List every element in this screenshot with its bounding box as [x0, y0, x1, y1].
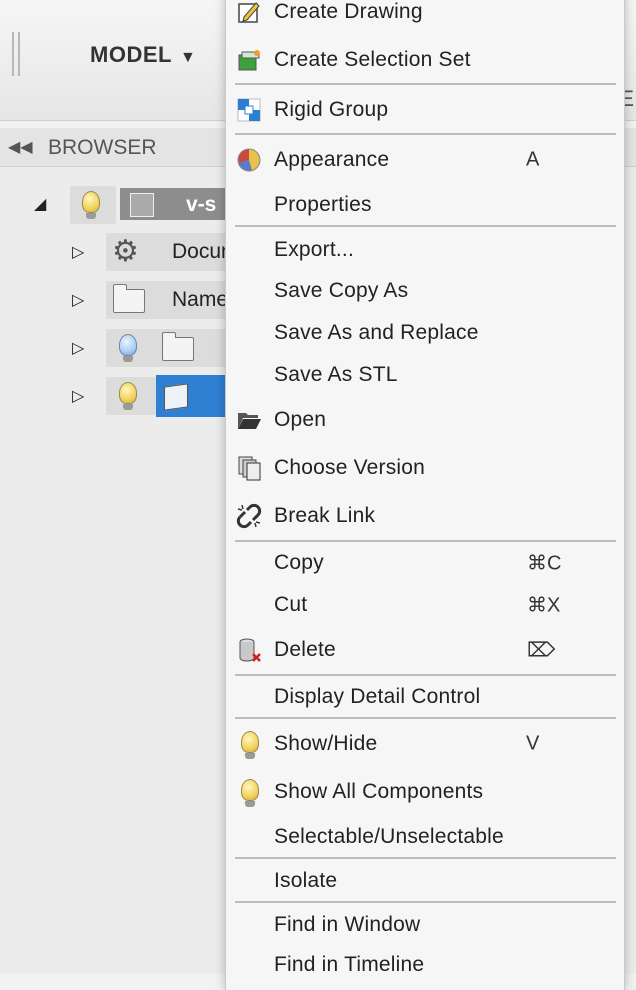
toolbar-grip [18, 32, 20, 76]
menu-label: Show/Hide [274, 732, 378, 755]
expand-triangle-icon[interactable]: ▷ [72, 338, 84, 358]
menu-item-appearance[interactable]: Appearance A [226, 139, 624, 181]
component-icon [130, 193, 154, 217]
menu-shortcut: ⌘C [527, 552, 562, 575]
menu-item-show-all-components[interactable]: Show All Components [226, 771, 624, 813]
menu-item-rigid-group[interactable]: Rigid Group [226, 89, 624, 131]
context-menu: Create Drawing Create Selection Set Rigi… [225, 0, 625, 990]
menu-label: Find in Timeline [274, 953, 425, 976]
menu-item-display-detail-control[interactable]: Display Detail Control [226, 676, 624, 718]
menu-label: Delete [274, 638, 336, 661]
menu-item-save-as-stl[interactable]: Save As STL [226, 354, 624, 396]
drawing-pencil-icon [238, 2, 260, 23]
menu-shortcut: A [526, 148, 540, 171]
menu-shortcut: ⌘X [527, 594, 561, 617]
toolbar-grip [12, 32, 14, 76]
menu-label: Save As STL [274, 363, 398, 386]
folder-icon [113, 284, 145, 313]
expand-triangle-icon[interactable]: ▷ [72, 386, 84, 406]
menu-separator [235, 901, 616, 903]
menu-separator [235, 133, 616, 135]
selection-set-icon [238, 50, 260, 71]
menu-separator [235, 857, 616, 859]
menu-item-delete[interactable]: Delete ⌦ [226, 629, 624, 671]
menu-item-isolate[interactable]: Isolate [226, 860, 624, 902]
menu-label: Save As and Replace [274, 321, 479, 344]
menu-label: Appearance [274, 148, 390, 171]
menu-label: Isolate [274, 869, 338, 892]
gear-icon: ⚙ [112, 235, 139, 268]
menu-item-save-as-and-replace[interactable]: Save As and Replace [226, 312, 624, 354]
menu-item-choose-version[interactable]: Choose Version [226, 447, 624, 489]
menu-item-export[interactable]: Export... [226, 229, 624, 271]
menu-item-properties[interactable]: Properties [226, 184, 624, 226]
menu-item-create-selection-set[interactable]: Create Selection Set [226, 39, 624, 81]
menu-label: Display Detail Control [274, 685, 481, 708]
lightbulb-icon [241, 731, 259, 759]
menu-item-create-drawing[interactable]: Create Drawing [226, 0, 624, 33]
menu-item-break-link[interactable]: Break Link [226, 495, 624, 537]
menu-item-show-hide[interactable]: Show/Hide V [226, 723, 624, 765]
root-component-label: v-s [186, 193, 217, 216]
open-folder-icon [238, 413, 261, 429]
expand-triangle-icon[interactable]: ▷ [72, 242, 84, 262]
menu-item-selectable-unselectable[interactable]: Selectable/Unselectable [226, 816, 624, 858]
menu-item-find-in-timeline[interactable]: Find in Timeline [226, 944, 624, 986]
menu-label: Selectable/Unselectable [274, 825, 504, 848]
browser-title: BROWSER [48, 136, 157, 159]
menu-label: Export... [274, 238, 354, 261]
expand-triangle-icon[interactable]: ◢ [34, 194, 46, 214]
lightbulb-icon[interactable] [119, 334, 137, 362]
lightbulb-icon[interactable] [82, 191, 100, 219]
menu-label: Choose Version [274, 456, 426, 479]
delete-cylinder-icon [239, 638, 261, 662]
component-cube-icon [164, 383, 188, 411]
menu-label: Properties [274, 193, 372, 216]
lightbulb-icon[interactable] [119, 382, 137, 410]
menu-label: Save Copy As [274, 279, 409, 302]
menu-shortcut: V [526, 732, 540, 755]
expand-triangle-icon[interactable]: ▷ [72, 290, 84, 310]
menu-separator [235, 225, 616, 227]
workspace-dropdown[interactable]: MODEL ▼ [90, 42, 196, 68]
menu-label: Create Selection Set [274, 48, 471, 71]
menu-separator [235, 83, 616, 85]
versions-icon [238, 456, 261, 481]
rigid-group-icon [237, 98, 261, 122]
menu-label: Copy [274, 551, 324, 574]
collapse-icon[interactable]: ◀◀ [8, 137, 33, 157]
menu-separator [235, 717, 616, 719]
menu-item-find-in-window[interactable]: Find in Window [226, 904, 624, 946]
menu-item-open[interactable]: Open [226, 399, 624, 441]
appearance-sphere-icon [237, 148, 261, 172]
menu-label: Cut [274, 593, 308, 616]
menu-item-copy[interactable]: Copy ⌘C [226, 542, 624, 584]
caret-down-icon: ▼ [179, 49, 197, 66]
folder-icon [162, 332, 194, 361]
menu-shortcut: ⌦ [527, 639, 556, 662]
menu-label: Rigid Group [274, 98, 389, 121]
menu-label: Break Link [274, 504, 376, 527]
menu-item-save-copy-as[interactable]: Save Copy As [226, 270, 624, 312]
broken-chain-icon [236, 503, 262, 529]
menu-label: Open [274, 408, 327, 431]
lightbulb-icon [241, 779, 259, 807]
menu-label: Show All Components [274, 780, 484, 803]
workspace-label: MODEL [90, 42, 172, 67]
menu-label: Create Drawing [274, 0, 423, 23]
menu-item-cut[interactable]: Cut ⌘X [226, 584, 624, 626]
menu-label: Find in Window [274, 913, 421, 936]
